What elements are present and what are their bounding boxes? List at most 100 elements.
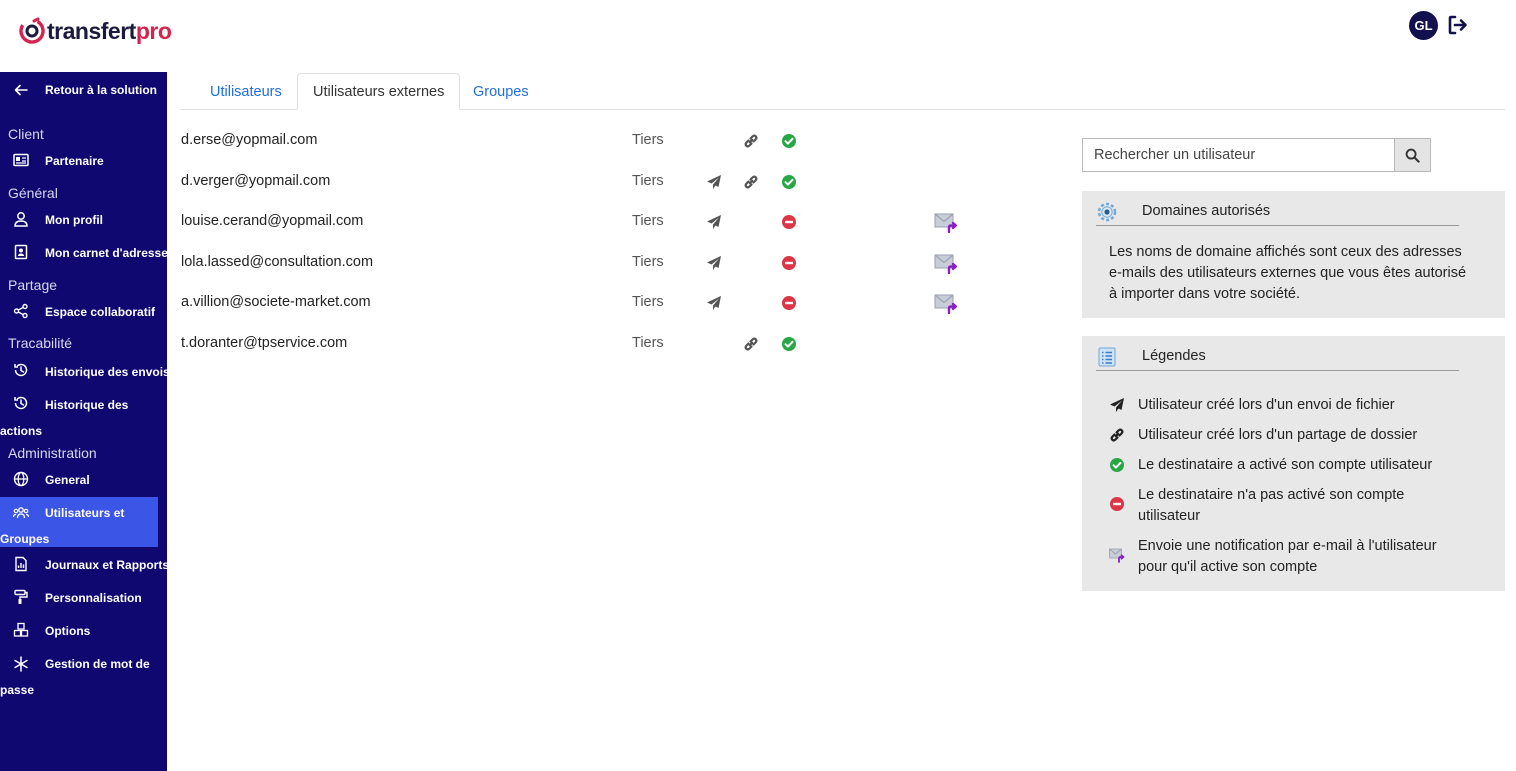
sidebar-item-mon-profil[interactable]: Mon profil: [0, 210, 167, 228]
user-type: Tiers: [632, 254, 664, 270]
sidebar-item-general[interactable]: General: [0, 470, 167, 488]
paper-plane-icon: [1110, 398, 1124, 412]
sidebar-item-label: Historique des: [45, 398, 129, 412]
legend-text: Le destinataire n'a pas activé son compt…: [1138, 487, 1405, 524]
paper-plane-icon: [707, 215, 721, 229]
legend-panel-header: Légendes: [1096, 345, 1459, 371]
sidebar-item-utilisateurs-groupes[interactable]: Utilisateurs et Groupes: [0, 504, 167, 546]
mail-forward-icon[interactable]: [934, 211, 958, 233]
sidebar-item-options[interactable]: Options: [0, 621, 167, 639]
app-logo[interactable]: transfertpro: [18, 15, 172, 47]
sidebar-item-espace[interactable]: Espace collaboratif: [0, 302, 167, 320]
sidebar-item-mot-de-passe[interactable]: Gestion de mot de passe: [0, 655, 167, 697]
sidebar-section-client: Client: [8, 126, 44, 142]
sidebar-item-label: Journaux et Rapports: [45, 558, 170, 572]
link-icon: [1110, 428, 1124, 442]
paper-plane-icon: [707, 296, 721, 310]
user-type: Tiers: [632, 173, 664, 189]
sidebar-item-label: Historique des envois: [45, 365, 170, 379]
sidebar-item-historique-envois[interactable]: Historique des envois: [0, 361, 170, 379]
users-group-icon: [12, 504, 30, 522]
domains-panel: Domaines autorisés Les noms de domaine a…: [1082, 191, 1505, 318]
user-email[interactable]: a.villion@societe-market.com: [181, 294, 371, 310]
domains-panel-title: Domaines autorisés: [1142, 203, 1271, 219]
sidebar-section-general: Général: [8, 185, 58, 201]
legend-text: Utilisateur créé lors d'un partage de do…: [1138, 427, 1418, 443]
user-icon: [12, 210, 30, 228]
check-circle-icon: [782, 175, 796, 189]
sidebar: Retour à la solution Client Partenaire G…: [0, 72, 170, 771]
domains-panel-header: Domaines autorisés: [1096, 200, 1459, 226]
link-icon: [744, 175, 758, 189]
user-type: Tiers: [632, 294, 664, 310]
mail-forward-icon[interactable]: [934, 292, 958, 314]
minus-circle-icon: [1110, 497, 1124, 511]
check-circle-icon: [782, 337, 796, 351]
user-avatar[interactable]: GL: [1409, 11, 1438, 40]
user-search: [1082, 138, 1431, 172]
sidebar-section-administration: Administration: [8, 445, 97, 461]
sidebar-item-back[interactable]: Retour à la solution: [0, 81, 167, 99]
logout-icon[interactable]: [1447, 14, 1469, 36]
sidebar-section-tracabilite: Tracabilité: [8, 335, 73, 351]
id-card-icon: [12, 151, 30, 169]
link-icon: [744, 134, 758, 148]
minus-circle-icon: [782, 296, 796, 310]
legend-text: Le destinataire a activé son compte util…: [1138, 457, 1433, 473]
asterisk-icon: [12, 655, 30, 673]
minus-circle-icon: [782, 256, 796, 270]
search-icon: [1405, 148, 1420, 163]
table-row: louise.cerand@yopmail.com Tiers: [181, 207, 1001, 237]
sidebar-item-label: Personnalisation: [45, 591, 142, 605]
table-row: d.erse@yopmail.com Tiers: [181, 126, 1001, 156]
tab-utilisateurs[interactable]: Utilisateurs: [195, 73, 297, 110]
check-circle-icon: [782, 134, 796, 148]
tab-utilisateurs-externes[interactable]: Utilisateurs externes: [297, 73, 461, 110]
sidebar-item-label: Options: [45, 624, 91, 638]
legend-panel: Légendes Utilisateur créé lors d'un envo…: [1082, 336, 1505, 591]
table-row: t.doranter@tpservice.com Tiers: [181, 329, 1001, 359]
arrow-left-icon: [12, 81, 30, 99]
globe-icon: [12, 470, 30, 488]
sidebar-item-label: Mon carnet d'adresse: [45, 246, 168, 260]
sidebar-item-label: General: [45, 473, 90, 487]
sidebar-item-label-wrap: passe: [0, 683, 35, 697]
tabs-bar: Utilisateurs Utilisateurs externes Group…: [181, 73, 1505, 110]
mail-forward-icon[interactable]: [934, 252, 958, 274]
app-header: transfertpro GL: [0, 0, 1516, 72]
sidebar-item-journaux[interactable]: Journaux et Rapports: [0, 555, 170, 573]
user-email[interactable]: d.erse@yopmail.com: [181, 132, 317, 148]
link-icon: [744, 337, 758, 351]
user-type: Tiers: [632, 335, 664, 351]
minus-circle-icon: [782, 215, 796, 229]
user-email[interactable]: lola.lassed@consultation.com: [181, 254, 373, 270]
sidebar-item-carnet[interactable]: Mon carnet d'adresse: [0, 243, 168, 261]
sidebar-item-label: Partenaire: [45, 154, 104, 168]
logo-mark-icon: [19, 17, 45, 44]
sidebar-item-label: Retour à la solution: [45, 83, 158, 97]
check-circle-icon: [1110, 458, 1124, 472]
user-type: Tiers: [632, 213, 664, 229]
user-email[interactable]: louise.cerand@yopmail.com: [181, 213, 363, 229]
paper-plane-icon: [707, 256, 721, 270]
list-icon: [1098, 347, 1116, 367]
sidebar-item-personnalisation[interactable]: Personnalisation: [0, 588, 167, 606]
sidebar-item-historique-actions[interactable]: Historique des actions: [0, 394, 167, 438]
address-book-icon: [12, 243, 30, 261]
sidebar-item-label-wrap: actions: [0, 424, 43, 438]
search-button[interactable]: [1394, 138, 1431, 172]
tab-groupes[interactable]: Groupes: [458, 73, 544, 110]
mail-forward-icon: [1109, 548, 1125, 563]
sidebar-item-label: Espace collaboratif: [45, 305, 156, 319]
sidebar-item-partenaire[interactable]: Partenaire: [0, 151, 167, 169]
table-row: d.verger@yopmail.com Tiers: [181, 167, 1001, 197]
history-icon: [12, 361, 30, 379]
user-email[interactable]: t.doranter@tpservice.com: [181, 335, 347, 351]
legend-text: Envoie une notification par e-mail à l'u…: [1138, 538, 1437, 575]
user-type: Tiers: [632, 132, 664, 148]
search-input[interactable]: [1082, 138, 1394, 172]
cubes-icon: [12, 621, 30, 639]
user-email[interactable]: d.verger@yopmail.com: [181, 173, 330, 189]
table-row: a.villion@societe-market.com Tiers: [181, 288, 1001, 318]
sidebar-item-label: Utilisateurs et: [45, 506, 125, 520]
